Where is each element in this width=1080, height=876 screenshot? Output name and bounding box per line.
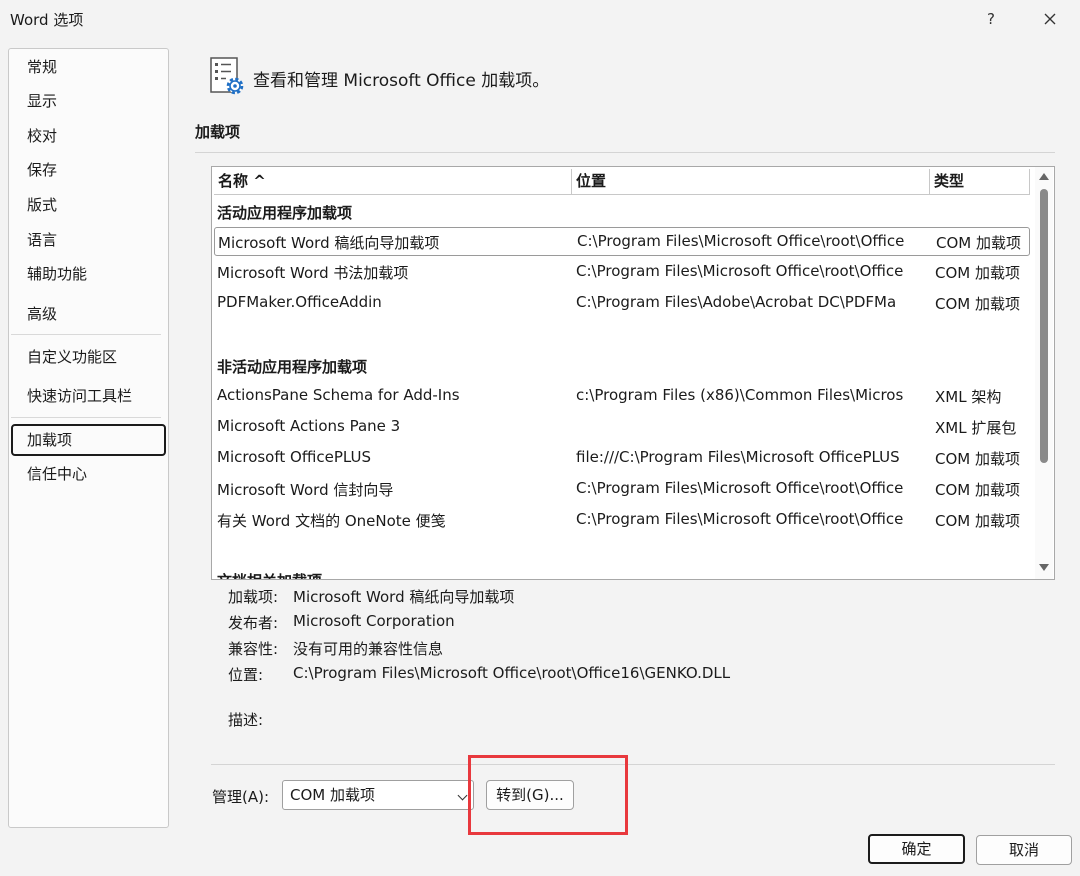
manage-select[interactable]: COM 加载项 [282, 780, 474, 810]
detail-publisher-value: Microsoft Corporation [293, 612, 455, 630]
cell-name: Microsoft OfficePLUS [217, 448, 371, 466]
cell-name: Microsoft Word 稿纸向导加载项 [218, 234, 440, 252]
scroll-down-arrow-icon[interactable] [1039, 564, 1049, 571]
cell-location: C:\Program Files\Microsoft Office\root\O… [576, 510, 904, 528]
sidebar-item-accessibility[interactable]: 辅助功能 [11, 258, 166, 290]
detail-addin-value: Microsoft Word 稿纸向导加载项 [293, 588, 515, 606]
table-row[interactable]: Microsoft Word 稿纸向导加载项 C:\Program Files\… [214, 227, 1030, 256]
cell-name: PDFMaker.OfficeAddin [217, 293, 382, 311]
detail-publisher-label: 发布者: [228, 614, 279, 632]
cancel-button[interactable]: 取消 [976, 835, 1072, 865]
cell-type: COM 加载项 [935, 450, 1020, 468]
cell-type: XML 架构 [935, 388, 1002, 406]
addins-gear-icon [210, 57, 244, 95]
detail-location-value: C:\Program Files\Microsoft Office\root\O… [293, 664, 731, 682]
ok-button[interactable]: 确定 [868, 834, 965, 864]
close-button[interactable] [1036, 6, 1064, 32]
column-header-type[interactable]: 类型 [930, 169, 1030, 195]
page-description: 查看和管理 Microsoft Office 加载项。 [253, 71, 550, 91]
table-row[interactable]: Microsoft Word 信封向导 C:\Program Files\Mic… [214, 475, 1030, 504]
manage-select-value: COM 加载项 [290, 786, 375, 804]
cell-name: Microsoft Word 书法加载项 [217, 264, 409, 282]
sidebar-item-advanced[interactable]: 高级 [11, 298, 166, 330]
sidebar-divider [11, 334, 161, 335]
close-icon [1044, 13, 1056, 25]
footer-divider [211, 764, 1055, 765]
detail-addin-label: 加载项: [228, 588, 279, 606]
detail-compatibility-label: 兼容性: [228, 640, 279, 658]
sidebar-item-proofing[interactable]: 校对 [11, 120, 166, 152]
column-header-name[interactable]: 名称 ^ [214, 169, 572, 195]
cell-type: COM 加载项 [935, 264, 1020, 282]
cell-location: file:///C:\Program Files\Microsoft Offic… [576, 448, 900, 466]
sidebar-item-save[interactable]: 保存 [11, 154, 166, 186]
sidebar-item-addins[interactable]: 加载项 [11, 424, 166, 456]
cell-type: XML 扩展包 [935, 419, 1017, 437]
sidebar-item-quick-access-toolbar[interactable]: 快速访问工具栏 [11, 380, 166, 412]
table-row[interactable]: ActionsPane Schema for Add-Ins c:\Progra… [214, 382, 1030, 411]
sidebar-item-general[interactable]: 常规 [11, 51, 166, 83]
group-title-active: 活动应用程序加载项 [217, 204, 353, 222]
help-button[interactable]: ? [978, 6, 1004, 32]
cell-location: C:\Program Files\Microsoft Office\root\O… [577, 232, 905, 250]
cell-name: Microsoft Actions Pane 3 [217, 417, 401, 435]
scrollbar-thumb[interactable] [1040, 189, 1048, 463]
sidebar-item-typography[interactable]: 版式 [11, 189, 166, 221]
cell-type: COM 加载项 [935, 481, 1020, 499]
table-row[interactable]: Microsoft OfficePLUS file:///C:\Program … [214, 444, 1030, 473]
chevron-down-icon [457, 790, 468, 801]
cell-name: ActionsPane Schema for Add-Ins [217, 386, 460, 404]
cell-name: 有关 Word 文档的 OneNote 便笺 [217, 512, 446, 530]
cell-type: COM 加载项 [936, 234, 1021, 252]
manage-label: 管理(A): [212, 788, 270, 806]
detail-location-label: 位置: [228, 666, 264, 684]
sidebar-divider [11, 417, 161, 418]
section-title: 加载项 [195, 123, 241, 141]
scroll-up-arrow-icon[interactable] [1039, 173, 1049, 180]
cell-name: Microsoft Word 信封向导 [217, 481, 394, 499]
cell-location: C:\Program Files\Adobe\Acrobat DC\PDFMa [576, 293, 897, 311]
list-scrollbar[interactable] [1035, 167, 1053, 579]
table-row[interactable]: Microsoft Actions Pane 3 XML 扩展包 [214, 413, 1030, 442]
window-title: Word 选项 [10, 11, 84, 29]
table-row[interactable]: Microsoft Word 书法加载项 C:\Program Files\Mi… [214, 258, 1030, 287]
title-bar: Word 选项 ? [0, 0, 1080, 38]
cell-location: c:\Program Files (x86)\Common Files\Micr… [576, 386, 904, 404]
section-divider [195, 152, 1055, 153]
highlight-annotation [468, 755, 628, 835]
cell-location: C:\Program Files\Microsoft Office\root\O… [576, 479, 904, 497]
addins-list[interactable]: 名称 ^ 位置 类型 活动应用程序加载项 Microsoft Word 稿纸向导… [211, 166, 1055, 580]
sidebar-nav: 常规 显示 校对 保存 版式 语言 辅助功能 高级 自定义功能区 快速访问工具栏… [8, 48, 169, 828]
sidebar-item-trust-center[interactable]: 信任中心 [11, 458, 166, 490]
table-row[interactable]: PDFMaker.OfficeAddin C:\Program Files\Ad… [214, 289, 1030, 318]
cell-type: COM 加载项 [935, 512, 1020, 530]
sidebar-item-display[interactable]: 显示 [11, 85, 166, 117]
detail-description-label: 描述: [228, 711, 264, 729]
table-row[interactable]: 有关 Word 文档的 OneNote 便笺 C:\Program Files\… [214, 506, 1030, 535]
sidebar-item-language[interactable]: 语言 [11, 224, 166, 256]
column-header-location[interactable]: 位置 [572, 169, 930, 195]
cell-location: C:\Program Files\Microsoft Office\root\O… [576, 262, 904, 280]
sidebar-item-customize-ribbon[interactable]: 自定义功能区 [11, 341, 166, 373]
cell-type: COM 加载项 [935, 295, 1020, 313]
detail-compatibility-value: 没有可用的兼容性信息 [293, 640, 444, 658]
group-title-inactive: 非活动应用程序加载项 [217, 358, 368, 376]
group-title-document: 文档相关加载项 [217, 570, 322, 579]
